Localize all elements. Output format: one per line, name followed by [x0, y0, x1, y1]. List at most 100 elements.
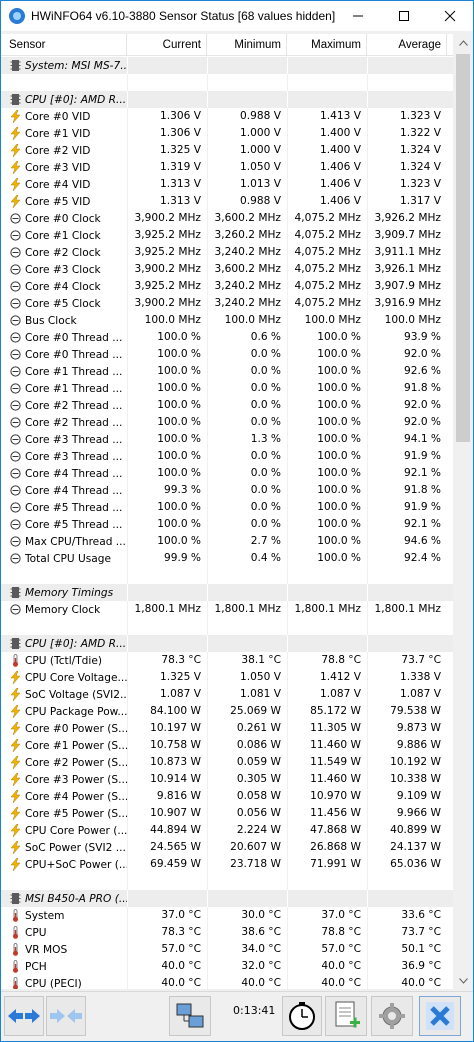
sensor-row[interactable]: Core #0 Power (S... 10.197 W 0.261 W 11.305… — [1, 720, 453, 737]
sensor-row[interactable]: Core #5 Thread ... 100.0 % 0.0 % 100.0 % 91.… — [1, 499, 453, 516]
column-header-average[interactable]: Average — [367, 34, 447, 56]
sensor-row[interactable]: Core #2 Thread ... 100.0 % 0.0 % 100.0 % 92.… — [1, 414, 453, 431]
title-bar[interactable]: HWiNFO64 v6.10-3880 Sensor Status [68 va… — [1, 1, 473, 31]
sensor-row[interactable]: Core #0 Thread ... 100.0 % 0.6 % 100.0 % 93.… — [1, 329, 453, 346]
sensor-average-value: 94.1 % — [367, 431, 447, 448]
sensor-row[interactable]: Core #4 Power (S... 9.816 W 0.058 W 10.970 … — [1, 788, 453, 805]
sensor-maximum-value — [287, 567, 367, 584]
sensor-name: System — [25, 909, 65, 922]
sensor-row[interactable]: Core #5 Power (S... 10.907 W 0.056 W 11.456… — [1, 805, 453, 822]
sensor-row[interactable]: Total CPU Usage 99.9 % 0.4 % 100.0 % 92.4 % — [1, 550, 453, 567]
sensor-name-cell: Core #3 Power (S... — [1, 771, 127, 788]
scroll-thumb[interactable] — [456, 54, 470, 442]
sensor-row[interactable]: CPU Core Power (... 44.894 W 2.224 W 47.868… — [1, 822, 453, 839]
sensor-row[interactable]: Core #4 Clock 3,925.2 MHz 3,240.2 MHz 4,075… — [1, 278, 453, 295]
sensor-maximum-value — [287, 873, 367, 890]
sensor-group-row[interactable]: System: MSI MS-7... — [1, 57, 453, 74]
sensor-name: Core #1 Clock — [25, 229, 101, 242]
column-header-current[interactable]: Current — [127, 34, 207, 56]
voltage-icon — [10, 178, 21, 191]
sensor-row[interactable]: Core #1 Thread ... 100.0 % 0.0 % 100.0 % 91.… — [1, 380, 453, 397]
sensor-maximum-value: 100.0 % — [287, 363, 367, 380]
scroll-down-arrow[interactable] — [453, 972, 473, 989]
sensor-row[interactable]: Core #3 Thread ... 100.0 % 1.3 % 100.0 % 94.… — [1, 431, 453, 448]
sensor-row[interactable]: PCH 40.0 °C 32.0 °C 40.0 °C 36.9 °C — [1, 958, 453, 975]
sensor-minimum-value: 0.0 % — [207, 448, 287, 465]
sensor-row[interactable]: Core #2 Clock 3,925.2 MHz 3,240.2 MHz 4,075… — [1, 244, 453, 261]
add-report-button[interactable] — [325, 996, 367, 1036]
sensor-maximum-value: 78.8 °C — [287, 924, 367, 941]
sensor-row[interactable]: Core #3 Power (S... 10.914 W 0.305 W 11.460… — [1, 771, 453, 788]
sensor-group-row[interactable]: CPU [#0]: AMD R... — [1, 91, 453, 108]
sensor-row[interactable]: Core #3 Clock 3,900.2 MHz 3,600.2 MHz 4,075… — [1, 261, 453, 278]
sensor-row[interactable]: Core #2 Power (S... 10.873 W 0.059 W 11.549… — [1, 754, 453, 771]
sensor-group-row[interactable]: CPU [#0]: AMD R... — [1, 635, 453, 652]
sensor-row[interactable]: Core #4 Thread ... 100.0 % 0.0 % 100.0 % 92.… — [1, 465, 453, 482]
settings-button[interactable] — [371, 996, 413, 1036]
sensor-row[interactable]: Core #1 Power (S... 10.758 W 0.086 W 11.460… — [1, 737, 453, 754]
sensor-name-cell: Core #0 Clock — [1, 210, 127, 227]
close-button[interactable] — [427, 1, 473, 31]
vertical-scrollbar[interactable] — [453, 34, 473, 989]
sensor-maximum-value — [287, 890, 367, 907]
sensor-row[interactable]: CPU Core Voltage... 1.325 V 1.050 V 1.412 V… — [1, 669, 453, 686]
sensor-row[interactable]: CPU Package Pow... 84.100 W 25.069 W 85.172… — [1, 703, 453, 720]
sensor-name-cell — [1, 873, 127, 890]
minimize-button[interactable] — [335, 1, 381, 31]
sensor-minimum-value: 3,240.2 MHz — [207, 278, 287, 295]
sensor-table[interactable]: Sensor Current Minimum Maximum Average S… — [1, 34, 453, 989]
sensor-minimum-value: 0.0 % — [207, 380, 287, 397]
sensor-row[interactable]: Core #0 Thread ... 100.0 % 0.0 % 100.0 % 92.… — [1, 346, 453, 363]
sensor-minimum-value: 0.086 W — [207, 737, 287, 754]
sensor-row[interactable]: VR MOS 57.0 °C 34.0 °C 57.0 °C 50.1 °C — [1, 941, 453, 958]
sensor-minimum-value: 3,240.2 MHz — [207, 295, 287, 312]
nav-left-right-button[interactable] — [4, 996, 44, 1036]
maximize-button[interactable] — [381, 1, 427, 31]
sensor-row[interactable]: Core #5 Clock 3,900.2 MHz 3,240.2 MHz 4,075… — [1, 295, 453, 312]
chevron-up-icon — [458, 39, 468, 46]
sensor-row[interactable]: Core #0 VID 1.306 V 0.988 V 1.413 V 1.323 V — [1, 108, 453, 125]
sensor-row[interactable]: Core #3 Thread ... 100.0 % 0.0 % 100.0 % 91.… — [1, 448, 453, 465]
sensor-maximum-value: 85.172 W — [287, 703, 367, 720]
voltage-icon — [10, 773, 21, 786]
sensor-row[interactable]: Core #3 VID 1.319 V 1.050 V 1.406 V 1.324 V — [1, 159, 453, 176]
sensor-row[interactable]: System 37.0 °C 30.0 °C 37.0 °C 33.6 °C — [1, 907, 453, 924]
column-header-minimum[interactable]: Minimum — [207, 34, 287, 56]
sensor-row[interactable]: Bus Clock 100.0 MHz 100.0 MHz 100.0 MHz 100.… — [1, 312, 453, 329]
sensor-row[interactable]: Core #2 VID 1.325 V 1.000 V 1.400 V 1.324 V — [1, 142, 453, 159]
sensor-name: Core #3 Thread ... — [25, 433, 123, 446]
sensor-name-cell: CPU Package Pow... — [1, 703, 127, 720]
sensor-name: Core #3 Power (S... — [25, 773, 127, 786]
scroll-up-arrow[interactable] — [453, 34, 473, 51]
sensor-maximum-value: 100.0 % — [287, 482, 367, 499]
sensor-row[interactable]: Core #4 Thread ... 99.3 % 0.0 % 100.0 % 91.8… — [1, 482, 453, 499]
sensor-row[interactable]: CPU (PECI) 40.0 °C 40.0 °C 40.0 °C 40.0 °C — [1, 975, 453, 989]
column-header-maximum[interactable]: Maximum — [287, 34, 367, 56]
sensor-row[interactable]: CPU 78.3 °C 38.6 °C 78.8 °C 73.7 °C — [1, 924, 453, 941]
network-button[interactable] — [169, 996, 211, 1036]
sensor-row[interactable]: Core #4 VID 1.313 V 1.013 V 1.406 V 1.323 V — [1, 176, 453, 193]
sensor-maximum-value: 11.549 W — [287, 754, 367, 771]
column-header-sensor[interactable]: Sensor — [1, 34, 127, 56]
sensor-group-row[interactable]: MSI B450-A PRO (... — [1, 890, 453, 907]
reset-timer-button[interactable] — [282, 996, 322, 1036]
sensor-row[interactable]: SoC Power (SVI2 ... 24.565 W 20.607 W 26.86… — [1, 839, 453, 856]
sensor-row[interactable]: Memory Clock 1,800.1 MHz 1,800.1 MHz 1,800.… — [1, 601, 453, 618]
sensor-row[interactable]: Core #5 VID 1.313 V 0.988 V 1.406 V 1.317 V — [1, 193, 453, 210]
sensor-row[interactable]: Core #1 Clock 3,925.2 MHz 3,260.2 MHz 4,075… — [1, 227, 453, 244]
sensor-row[interactable]: Core #2 Thread ... 100.0 % 0.0 % 100.0 % 92.… — [1, 397, 453, 414]
sensor-row[interactable]: Core #5 Thread ... 100.0 % 0.0 % 100.0 % 92.… — [1, 516, 453, 533]
sensor-group-row[interactable]: Memory Timings — [1, 584, 453, 601]
sensor-row[interactable]: Core #1 VID 1.306 V 1.000 V 1.400 V 1.322 V — [1, 125, 453, 142]
sensor-row[interactable]: Core #1 Thread ... 100.0 % 0.0 % 100.0 % 92.… — [1, 363, 453, 380]
sensor-row[interactable]: CPU (Tctl/Tdie) 78.3 °C 38.1 °C 78.8 °C 73.7… — [1, 652, 453, 669]
sensor-row[interactable]: Core #0 Clock 3,900.2 MHz 3,600.2 MHz 4,075… — [1, 210, 453, 227]
sensor-row[interactable]: SoC Voltage (SVI2... 1.087 V 1.081 V 1.087 … — [1, 686, 453, 703]
close-sensors-button[interactable] — [419, 996, 461, 1036]
sensor-row[interactable]: CPU+SoC Power (... 69.459 W 23.718 W 71.991… — [1, 856, 453, 873]
sensor-minimum-value — [207, 567, 287, 584]
sensor-row[interactable]: Max CPU/Thread ... 100.0 % 2.7 % 100.0 % 94.… — [1, 533, 453, 550]
sensor-name: Core #2 Thread ... — [25, 416, 123, 429]
sensor-maximum-value: 4,075.2 MHz — [287, 227, 367, 244]
nav-right-left-button[interactable] — [46, 996, 86, 1036]
